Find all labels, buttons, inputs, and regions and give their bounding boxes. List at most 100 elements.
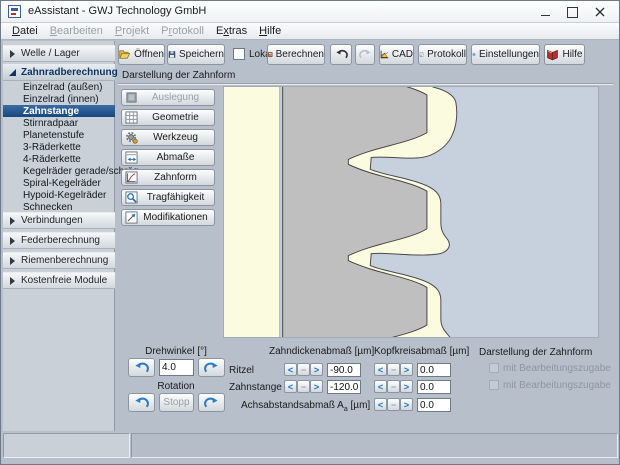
protokoll-button[interactable]: Protokoll [418, 44, 467, 65]
achsabstand-dec-button[interactable]: < [374, 398, 387, 411]
close-icon [595, 7, 605, 17]
rotate-cw-button[interactable] [198, 358, 225, 377]
rotate-ccw-button[interactable] [128, 358, 155, 377]
open-button[interactable]: Öffnen [118, 44, 165, 65]
close-button[interactable] [589, 4, 611, 20]
status-bar-left [3, 433, 130, 458]
undo-button[interactable] [330, 44, 352, 65]
zahnstange-zahndicke-reset-button[interactable]: − [297, 380, 310, 393]
stopp-button: Stopp [159, 393, 194, 412]
nav-werkzeug-button[interactable]: Werkzeug [121, 129, 215, 146]
achsabstand-reset-button[interactable]: − [387, 398, 400, 411]
sidebar-item-4-raederkette[interactable]: 4-Räderkette [3, 153, 115, 165]
maximize-button[interactable] [561, 4, 583, 20]
einstellungen-button[interactable]: Einstellungen [471, 44, 540, 65]
menu-bar: Datei Bearbeiten Projekt Protokoll Extra… [1, 23, 619, 40]
zahnstange-kopfkreis-dec-button[interactable]: < [374, 380, 387, 393]
rotate-ccw-icon [134, 362, 149, 374]
menu-datei[interactable]: Datei [6, 25, 44, 37]
ritzel-kopfkreis-inc-button[interactable]: > [400, 363, 413, 376]
redo-button [355, 44, 375, 65]
gear-icon [472, 48, 476, 61]
document-icon [419, 48, 424, 61]
drehwinkel-label: Drehwinkel [°] [131, 346, 221, 357]
sidebar-item-kegelraeder[interactable]: Kegelräder gerade/schräg [3, 165, 115, 177]
rack-profile [283, 86, 427, 338]
chevron-right-icon [10, 277, 15, 285]
sidebar-item-stirnradpaar[interactable]: Stirnradpaar [3, 117, 115, 129]
nav-geometrie-button[interactable]: Geometrie [121, 109, 215, 126]
sidebar-item-hypoid-kegelraeder[interactable]: Hypoid-Kegelräder [3, 189, 115, 201]
bearbeitungszugabe-label-1: mit Bearbeitungszugabe [503, 363, 611, 374]
zahnstange-kopfkreis-input[interactable] [417, 380, 451, 394]
modifikationen-icon [125, 211, 138, 224]
minimize-button[interactable] [535, 4, 557, 20]
kopfkreis-column-header: Kopfkreisabmaß [µm] [374, 346, 469, 357]
sidebar-section-verbindungen[interactable]: Verbindungen [3, 212, 115, 229]
nav-zahnform-button[interactable]: Zahnform [121, 169, 215, 186]
ritzel-kopfkreis-dec-button[interactable]: < [374, 363, 387, 376]
rotation-cw-button[interactable] [198, 393, 225, 412]
ritzel-row-label: Ritzel [229, 365, 254, 376]
chevron-right-icon [10, 257, 15, 265]
cad-icon [380, 48, 389, 61]
sidebar-item-zahnstange[interactable]: Zahnstange [3, 105, 115, 117]
rotation-ccw-button[interactable] [128, 393, 155, 412]
cad-button[interactable]: CAD [379, 44, 414, 65]
status-bar-right [131, 433, 618, 458]
sidebar-item-3-raederkette[interactable]: 3-Räderkette [3, 141, 115, 153]
nav-auslegung-button: Auslegung [121, 89, 215, 106]
ritzel-zahndicke-dec-button[interactable]: < [284, 363, 297, 376]
ritzel-zahndicke-inc-button[interactable]: > [310, 363, 323, 376]
zahnstange-kopfkreis-reset-button[interactable]: − [387, 380, 400, 393]
floppy-disk-icon [168, 48, 176, 61]
sidebar-item-spiral-kegelraeder[interactable]: Spiral-Kegelräder [3, 177, 115, 189]
zahnstange-kopfkreis-inc-button[interactable]: > [400, 380, 413, 393]
drehwinkel-input[interactable] [159, 359, 194, 376]
left-cream-strip [224, 87, 280, 337]
red-book-icon [546, 48, 559, 61]
ritzel-kopfkreis-input[interactable] [417, 363, 451, 377]
ritzel-zahndicke-input[interactable] [327, 363, 361, 377]
zahnstange-zahndicke-input[interactable] [327, 380, 361, 394]
sidebar-section-federberechnung[interactable]: Federberechnung [3, 232, 115, 249]
rotate-cw-icon [204, 397, 219, 409]
sidebar-item-einzelrad-innen[interactable]: Einzelrad (innen) [3, 93, 115, 105]
redo-icon [359, 49, 372, 60]
rotate-cw-icon [204, 362, 219, 374]
sidebar-section-zahnradberechnung[interactable]: Zahnradberechnung [3, 64, 115, 81]
lokal-checkbox[interactable] [233, 48, 245, 60]
zahndicke-column-header: Zahndickenabmaß [µm] [269, 346, 371, 357]
ritzel-zahndicke-reset-button[interactable]: − [297, 363, 310, 376]
chevron-right-icon [10, 237, 15, 245]
tooth-form-canvas [223, 86, 599, 338]
sidebar-item-planetenstufe[interactable]: Planetenstufe [3, 129, 115, 141]
zahnform-curve-icon [125, 171, 138, 184]
nav-modifikationen-button[interactable]: Modifikationen [121, 209, 215, 226]
menu-projekt: Projekt [109, 25, 155, 37]
menu-extras[interactable]: Extras [210, 25, 253, 37]
app-window: eAssistant - GWJ Technology GmbH Datei B… [0, 0, 620, 465]
title-bar: eAssistant - GWJ Technology GmbH [1, 1, 619, 23]
calculator-icon [268, 48, 273, 61]
sidebar-section-welle-lager[interactable]: Welle / Lager [3, 45, 115, 62]
zahnstange-zahndicke-inc-button[interactable]: > [310, 380, 323, 393]
sidebar: Welle / Lager Zahnradberechnung Einzelra… [3, 41, 115, 431]
window-title: eAssistant - GWJ Technology GmbH [28, 5, 206, 17]
ritzel-kopfkreis-reset-button[interactable]: − [387, 363, 400, 376]
achsabstand-input[interactable] [417, 398, 451, 412]
zahnstange-zahndicke-dec-button[interactable]: < [284, 380, 297, 393]
nav-abmasse-button[interactable]: Abmaße [121, 149, 215, 166]
save-button[interactable]: Speichern [167, 44, 225, 65]
folder-open-icon [119, 48, 131, 61]
section-title: Darstellung der Zahnform [122, 70, 235, 81]
nav-tragfaehigkeit-button[interactable]: Tragfähigkeit [121, 189, 215, 206]
sidebar-item-einzelrad-aussen[interactable]: Einzelrad (außen) [3, 81, 115, 93]
geometrie-grid-icon [125, 111, 138, 124]
achsabstand-inc-button[interactable]: > [400, 398, 413, 411]
menu-hilfe[interactable]: Hilfe [253, 25, 287, 37]
sidebar-section-kostenfreie-module[interactable]: Kostenfreie Module [3, 272, 115, 289]
hilfe-button[interactable]: Hilfe [544, 44, 585, 65]
sidebar-section-riemenberechnung[interactable]: Riemenberechnung [3, 252, 115, 269]
berechnen-button[interactable]: Berechnen [267, 44, 325, 65]
